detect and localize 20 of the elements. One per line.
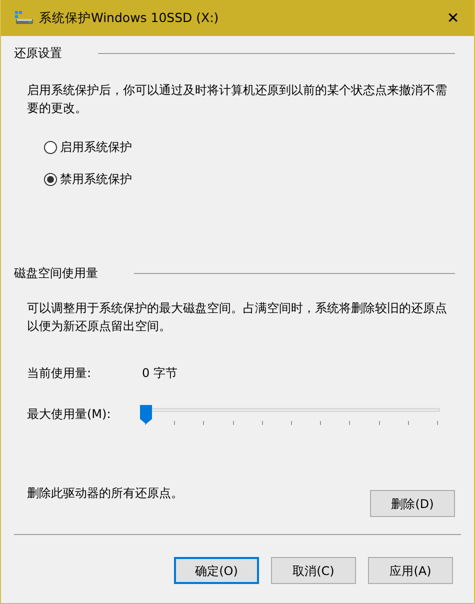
section-heading: 磁盘空间使用量 [14,265,98,282]
field-label: 最大使用量(M): [27,406,112,423]
delete-button[interactable]: 删除(D) [370,490,455,517]
usage-value: 0 字节 [142,365,178,382]
radio-button[interactable] [44,172,57,186]
radio-label[interactable]: 禁用系统保护 [60,170,132,188]
dialog-button[interactable]: 取消(C) [271,557,356,584]
radio-button[interactable] [44,140,57,154]
slider-thumb[interactable] [140,405,152,424]
description-text: 启用系统保护后，你可以通过及时将计算机还原到以前的某个状态点来撤消不需要的更改。 [26,82,448,117]
radio-label[interactable]: 启用系统保护 [60,138,132,156]
dialog-button[interactable]: 应用(A) [368,557,453,584]
description-text: 可以调整用于系统保护的最大磁盘空间。占满空间时，系统将删除较旧的还原点以便为新还原点留出空间。 [26,300,448,335]
dialog-button[interactable]: 确定(O) [174,557,259,584]
close-button[interactable]: ✕ [438,3,468,33]
drive-icon [15,11,33,25]
field-label: 当前使用量: [27,365,92,382]
delete-description: 删除此驱动器的所有还原点。 [27,485,183,502]
section-heading: 还原设置 [14,45,62,62]
window-title: 系统保护Windows 10SSD (X:) [39,9,220,27]
